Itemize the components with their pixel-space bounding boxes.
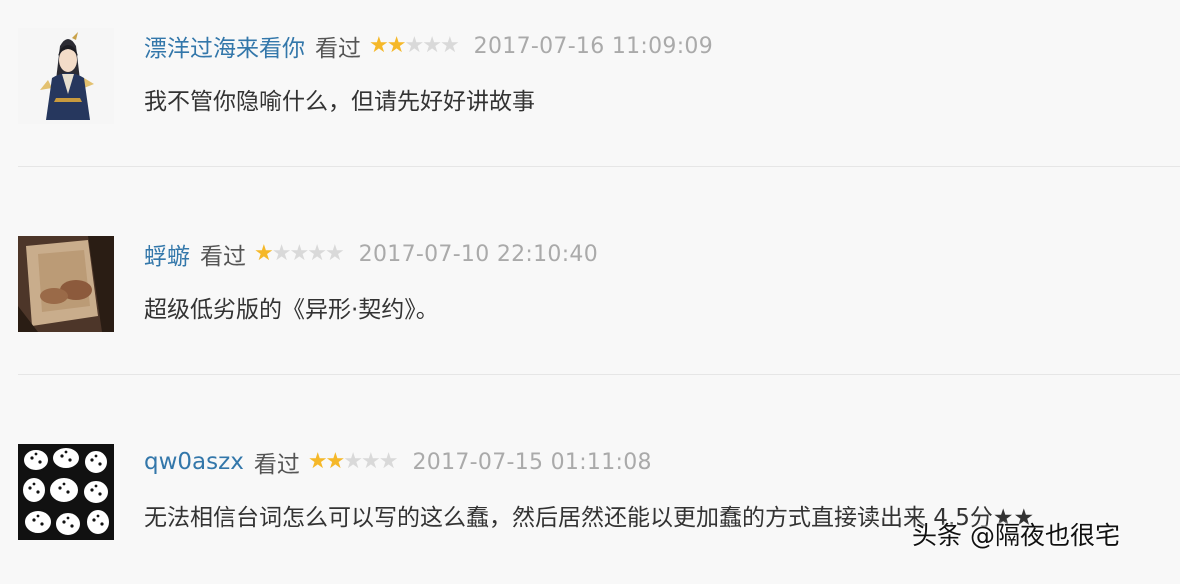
comment-item: 漂洋过海来看你 看过 ★ ★ ★ ★ ★ 2017-07-16 11:09:09 我不管…	[0, 0, 1180, 168]
avatar-photo-hands-icon	[18, 236, 114, 332]
star-empty-icon: ★	[289, 241, 309, 266]
comment-item: qw0aszx 看过 ★ ★ ★ ★ ★ 2017-07-15 01:11:08 无法相…	[0, 416, 1180, 584]
star-filled-icon: ★	[254, 241, 274, 266]
username-link[interactable]: 漂洋过海来看你	[144, 29, 305, 63]
rating-stars: ★ ★ ★ ★ ★	[254, 241, 345, 266]
star-empty-icon: ★	[378, 449, 399, 474]
divider	[18, 374, 1180, 375]
star-empty-icon: ★	[439, 33, 460, 58]
comment-date: 2017-07-10 22:10:40	[358, 241, 599, 267]
star-filled-icon: ★	[325, 449, 346, 474]
comment-date: 2017-07-16 11:09:09	[473, 33, 714, 59]
watch-status: 看过	[253, 452, 300, 478]
comment-item: 蜉蝣 看过 ★ ★ ★ ★ ★ 2017-07-10 22:10:40 超级低劣版的《异…	[0, 208, 1180, 376]
star-empty-icon: ★	[404, 33, 424, 58]
comment-meta: 蜉蝣 看过 ★ ★ ★ ★ ★ 2017-07-10 22:10:40	[144, 237, 599, 271]
comment-text: 超级低劣版的《异形·契约》。	[144, 297, 439, 323]
comment-text: 我不管你隐喻什么，但请先好好讲故事	[144, 89, 535, 115]
comment-meta: 漂洋过海来看你 看过 ★ ★ ★ ★ ★ 2017-07-16 11:09:09	[144, 29, 714, 63]
star-empty-icon: ★	[422, 33, 442, 58]
star-empty-icon: ★	[307, 241, 327, 266]
watch-status: 看过	[315, 36, 361, 62]
username-link[interactable]: 蜉蝣	[144, 237, 190, 271]
avatar-bw-pattern-icon	[18, 444, 114, 540]
rating-stars: ★ ★ ★ ★ ★	[307, 449, 399, 474]
watch-status: 看过	[200, 244, 246, 270]
comment-date: 2017-07-15 01:11:08	[412, 449, 652, 475]
comment-meta: qw0aszx 看过 ★ ★ ★ ★ ★ 2017-07-15 01:11:08	[144, 446, 652, 478]
star-empty-icon: ★	[343, 449, 363, 474]
avatar[interactable]	[18, 28, 114, 124]
star-filled-icon: ★	[307, 449, 328, 474]
avatar-illustrated-girl-icon	[18, 28, 114, 124]
comment-text: 无法相信台词怎么可以写的这么蠢，然后居然还能以更加蠢的方式直接读出来 4.5分★…	[144, 505, 1035, 531]
rating-stars: ★ ★ ★ ★ ★	[369, 33, 460, 58]
divider	[18, 166, 1180, 167]
star-filled-icon: ★	[369, 33, 389, 58]
watermark: 头条 @隔夜也很宅	[912, 521, 1120, 550]
star-empty-icon: ★	[324, 241, 345, 266]
username-link[interactable]: qw0aszx	[144, 449, 244, 475]
star-filled-icon: ★	[386, 33, 407, 58]
avatar[interactable]	[18, 444, 114, 540]
star-empty-icon: ★	[361, 449, 381, 474]
avatar[interactable]	[18, 236, 114, 332]
star-empty-icon: ★	[271, 241, 292, 266]
